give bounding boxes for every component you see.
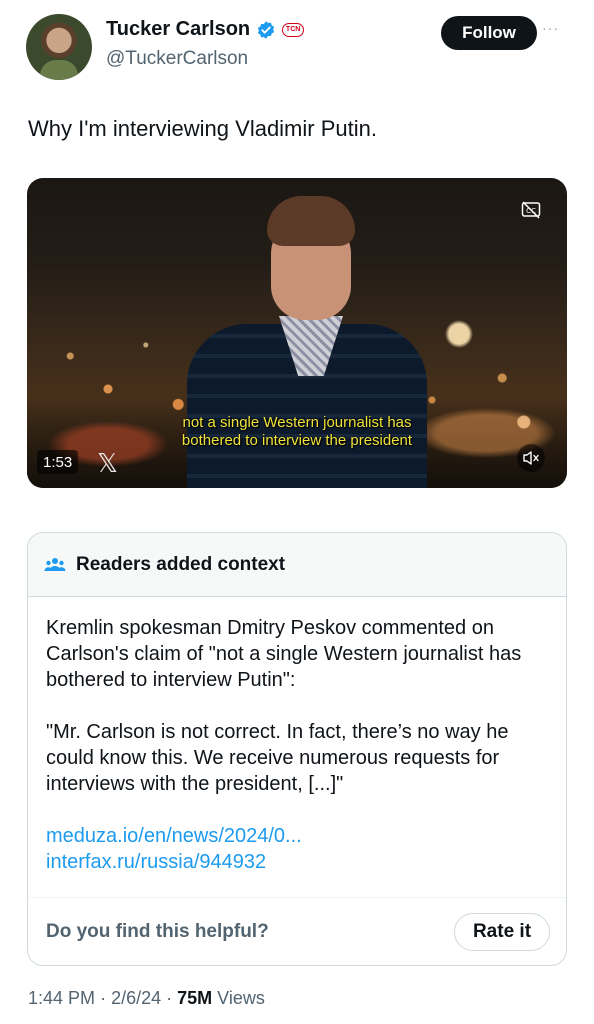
tweet-text: Why I'm interviewing Vladimir Putin. (28, 116, 377, 141)
separator: · (100, 988, 112, 1008)
community-note: Readers added context Kremlin spokesman … (27, 532, 567, 966)
community-note-header: Readers added context (28, 533, 566, 597)
community-note-body: Kremlin spokesman Dmitry Peskov commente… (46, 615, 556, 823)
note-paragraph: Kremlin spokesman Dmitry Peskov commente… (46, 617, 522, 691)
note-sources: meduza.io/en/news/2024/0... interfax.ru/… (46, 823, 302, 875)
post-time[interactable]: 1:44 PM (28, 988, 95, 1008)
views-count: 75M (177, 988, 213, 1008)
rate-it-button[interactable]: Rate it (454, 913, 550, 951)
follow-button[interactable]: Follow (441, 16, 537, 50)
source-link[interactable]: meduza.io/en/news/2024/0... (46, 823, 302, 849)
tweet-header: Tucker Carlson TCN @TuckerCarlson Follow… (26, 12, 566, 82)
separator: · (166, 988, 178, 1008)
x-logo-icon: 𝕏 (97, 448, 118, 478)
note-quote: "Mr. Carlson is not correct. In fact, th… (46, 721, 509, 795)
source-link[interactable]: interfax.ru/russia/944932 (46, 849, 302, 875)
people-icon (44, 557, 66, 571)
captions-icon[interactable]: CC (517, 198, 545, 222)
author-name[interactable]: Tucker Carlson (106, 18, 250, 41)
video-duration: 1:53 (37, 450, 79, 474)
tweet-meta: 1:44 PM · 2/6/24 · 75M Views (28, 988, 265, 1009)
affiliate-badge[interactable]: TCN (282, 22, 305, 37)
subtitle-line: not a single Western journalist has (182, 414, 412, 431)
author-name-row: Tucker Carlson TCN (106, 18, 305, 41)
mute-icon[interactable] (517, 444, 545, 472)
verified-badge-icon (258, 20, 275, 39)
helpful-question: Do you find this helpful? (46, 921, 269, 942)
views-label: Views (217, 988, 265, 1008)
community-note-title: Readers added context (76, 553, 286, 575)
more-options-icon[interactable]: ··· (542, 20, 559, 36)
avatar[interactable] (26, 14, 92, 80)
post-date[interactable]: 2/6/24 (111, 988, 161, 1008)
divider (28, 897, 566, 898)
video-subtitle: not a single Western journalist has both… (27, 414, 567, 450)
video-player[interactable]: CC not a single Western journalist has b… (27, 178, 567, 488)
author-handle[interactable]: @TuckerCarlson (106, 48, 248, 70)
